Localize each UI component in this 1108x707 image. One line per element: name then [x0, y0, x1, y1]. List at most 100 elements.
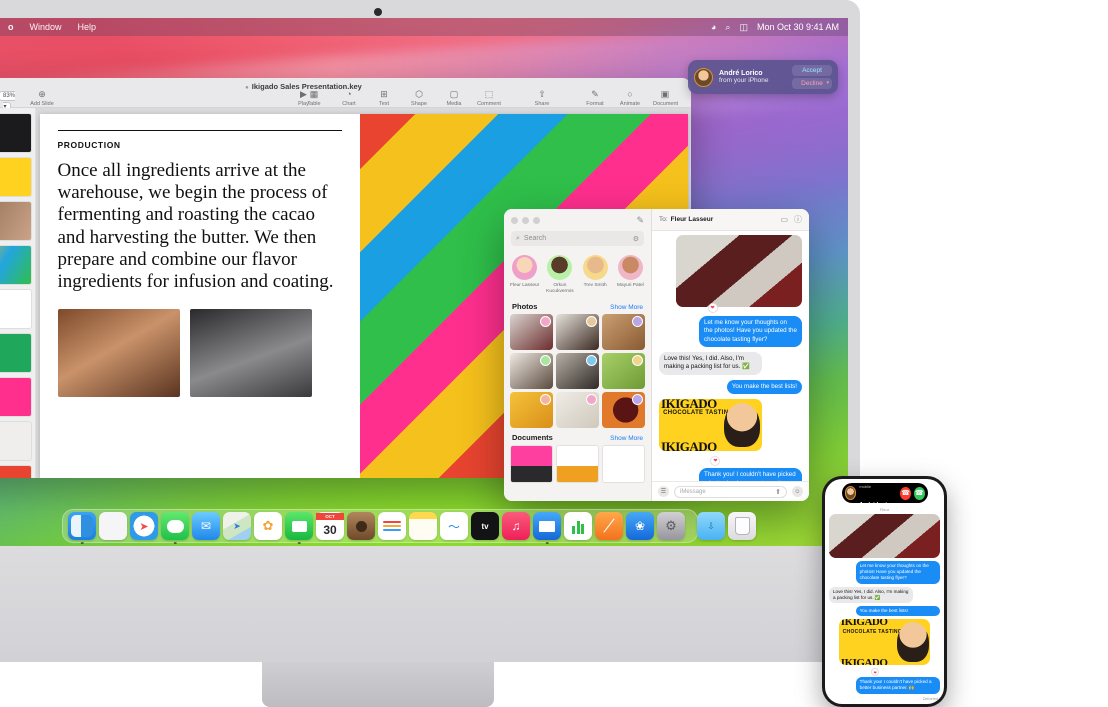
dock-item-launchpad[interactable]	[99, 512, 127, 540]
message-composer[interactable]: ☰ iMessage ⬆ ☺	[652, 481, 809, 501]
decline-call-button[interactable]: ☎	[900, 486, 911, 500]
menu-item-help[interactable]: Help	[70, 22, 105, 32]
maximize-button[interactable]	[533, 216, 540, 224]
flyer-attachment[interactable]: IKIGADO CHOCOLATE TASTING IKIGADO	[659, 399, 762, 452]
message-bubble[interactable]: You make the best lists!	[855, 605, 940, 617]
dock-item-freeform[interactable]: 〜	[440, 512, 468, 540]
messages-window[interactable]: ✎ ⌕ Search ⚙ Fleur Lasseur Orkun Kucukve…	[504, 209, 809, 501]
dock-item-contacts[interactable]	[347, 512, 375, 540]
slide-thumbnail[interactable]	[0, 202, 31, 240]
dock-item-messages[interactable]	[161, 512, 189, 544]
message-bubble[interactable]: Let me know your thoughts on the photos!…	[855, 561, 940, 584]
dock-item-facetime[interactable]	[285, 512, 313, 544]
apps-icon[interactable]: ☰	[658, 486, 669, 497]
dock-item-appletv[interactable]: tv	[471, 512, 499, 540]
message-bubble[interactable]: Love this! Yes, I did. Also, I'm making …	[659, 352, 762, 375]
toolbar-share-button[interactable]: ⇧ Share	[530, 90, 554, 108]
contact-item[interactable]: Trev Smith	[579, 255, 612, 295]
documents-grid[interactable]	[504, 444, 651, 483]
menu-item-app[interactable]: o	[0, 22, 22, 32]
photo-thumb[interactable]	[602, 313, 645, 350]
show-more-link[interactable]: Show More	[610, 304, 643, 311]
toolbar-shape-button[interactable]: ⬡ Shape	[407, 90, 431, 108]
photo-attachment[interactable]	[829, 514, 940, 558]
photo-thumb[interactable]	[556, 352, 599, 389]
flyer-attachment[interactable]: IKIGADO CHOCOLATE TASTING IKIGADO	[838, 619, 930, 666]
slide-thumbnail[interactable]	[0, 334, 31, 372]
slide-navigator[interactable]	[0, 108, 36, 478]
close-button[interactable]	[511, 216, 518, 224]
photos-grid[interactable]	[504, 313, 651, 428]
slide-thumbnail[interactable]	[0, 466, 31, 478]
dock-item-pages[interactable]: ╱	[595, 512, 623, 540]
dock-item-calendar[interactable]: OCT 30	[316, 512, 344, 540]
slide-thumbnail[interactable]	[0, 290, 31, 328]
dock-item-app-store[interactable]: ❀	[626, 512, 654, 540]
messages-conversation[interactable]: To: Fleur Lasseur ▭ ⓘ ❤ Let me know your…	[652, 209, 809, 501]
accept-call-button[interactable]: ☎	[913, 486, 925, 500]
tapback-heart-icon[interactable]: ❤	[707, 303, 718, 313]
photo-attachment[interactable]	[676, 235, 802, 307]
photo-thumb[interactable]	[510, 352, 553, 389]
message-bubble[interactable]: Thank you! I couldn't have picked a bett…	[855, 677, 940, 694]
dock[interactable]: ➤ ✉ ➤ ✿ OCT 30 〜 tv ♫ ╱ ❀ ⚙ ⇩	[62, 509, 756, 544]
menu-item-window[interactable]: Window	[22, 22, 70, 32]
control-center-icon[interactable]: ◫	[739, 22, 748, 33]
photo-thumb[interactable]	[556, 313, 599, 350]
document-thumb[interactable]	[556, 444, 599, 483]
photo-thumb[interactable]	[510, 391, 553, 428]
dock-item-keynote[interactable]	[533, 512, 561, 544]
toolbar-table-button[interactable]: ▦ Table	[302, 90, 326, 108]
photo-thumb[interactable]	[510, 313, 553, 350]
keynote-toolbar[interactable]: ●Ikigado Sales Presentation.key ▤ View 8…	[0, 78, 691, 120]
contact-item[interactable]: Orkun Kucukvermis	[543, 255, 576, 295]
dock-item-downloads[interactable]: ⇩	[697, 512, 725, 540]
toolbar-chart-button[interactable]: ◔ Chart	[337, 90, 361, 108]
dock-item-notes[interactable]	[409, 512, 437, 540]
menu-bar[interactable]: o Window Help ◕ ⌕ ◫ Mon Oct 30 9:41 AM	[0, 18, 848, 36]
iphone-device[interactable]: mobile André Lorico ☎ ☎ Fleur Let me kno…	[822, 476, 947, 707]
dock-item-trash[interactable]	[728, 512, 756, 540]
message-bubble[interactable]: You make the best lists!	[726, 379, 802, 395]
message-list[interactable]: ❤ Let me know your thoughts on the photo…	[652, 231, 809, 481]
dock-item-numbers[interactable]	[564, 512, 592, 540]
compose-icon[interactable]: ✎	[636, 215, 644, 226]
message-input[interactable]: iMessage ⬆	[674, 485, 787, 498]
contacts-row[interactable]: Fleur Lasseur Orkun Kucukvermis Trev Smi…	[504, 246, 651, 297]
slide-thumbnail[interactable]	[0, 422, 31, 460]
toolbar-comment-button[interactable]: ⬚ Comment	[477, 90, 501, 108]
emoji-icon[interactable]: ☺	[792, 486, 803, 497]
toolbar-media-button[interactable]: ▢ Media	[442, 90, 466, 108]
dock-item-mail[interactable]: ✉	[192, 512, 220, 540]
decline-call-button[interactable]: Decline ▾	[792, 78, 832, 89]
contact-item[interactable]: Mayuri Patel	[614, 255, 647, 295]
incoming-call-notification[interactable]: André Lorico from your iPhone Accept Dec…	[688, 60, 838, 94]
info-icon[interactable]: ⓘ	[794, 214, 802, 225]
dock-item-finder[interactable]	[68, 512, 96, 544]
search-input[interactable]: ⌕ Search ⚙	[511, 231, 644, 246]
slide-thumbnail[interactable]	[0, 158, 31, 196]
toolbar-format-button[interactable]: ✎ Format	[583, 90, 607, 108]
slide-thumbnail[interactable]	[0, 378, 31, 416]
wifi-icon[interactable]: ◕	[711, 22, 716, 32]
toolbar-text-button[interactable]: ⊞ Text	[372, 90, 396, 108]
tapback-heart-icon[interactable]: ❤	[710, 456, 721, 467]
recipient-name[interactable]: Fleur Lasseur	[671, 216, 714, 223]
document-thumb[interactable]	[510, 444, 553, 483]
dock-item-maps[interactable]: ➤	[223, 512, 251, 540]
accept-call-button[interactable]: Accept	[792, 65, 832, 76]
gear-icon[interactable]: ⚙	[633, 235, 639, 243]
toolbar-document-button[interactable]: ▣ Document	[653, 90, 678, 108]
message-bubble[interactable]: Love this! Yes, I did. Also, I'm making …	[829, 586, 914, 603]
photo-thumb[interactable]	[556, 391, 599, 428]
send-icon[interactable]: ⬆	[775, 488, 781, 496]
document-thumb[interactable]	[602, 444, 645, 483]
messages-sidebar[interactable]: ✎ ⌕ Search ⚙ Fleur Lasseur Orkun Kucukve…	[504, 209, 652, 501]
show-more-link[interactable]: Show More	[610, 435, 643, 442]
minimize-button[interactable]	[522, 216, 529, 224]
chevron-down-icon[interactable]: ▾	[826, 80, 829, 86]
dock-item-safari[interactable]: ➤	[130, 512, 158, 540]
contact-item[interactable]: Fleur Lasseur	[508, 255, 541, 295]
menu-bar-clock[interactable]: Mon Oct 30 9:41 AM	[757, 22, 839, 32]
message-bubble[interactable]: Thank you! I couldn't have picked a bett…	[699, 468, 802, 481]
